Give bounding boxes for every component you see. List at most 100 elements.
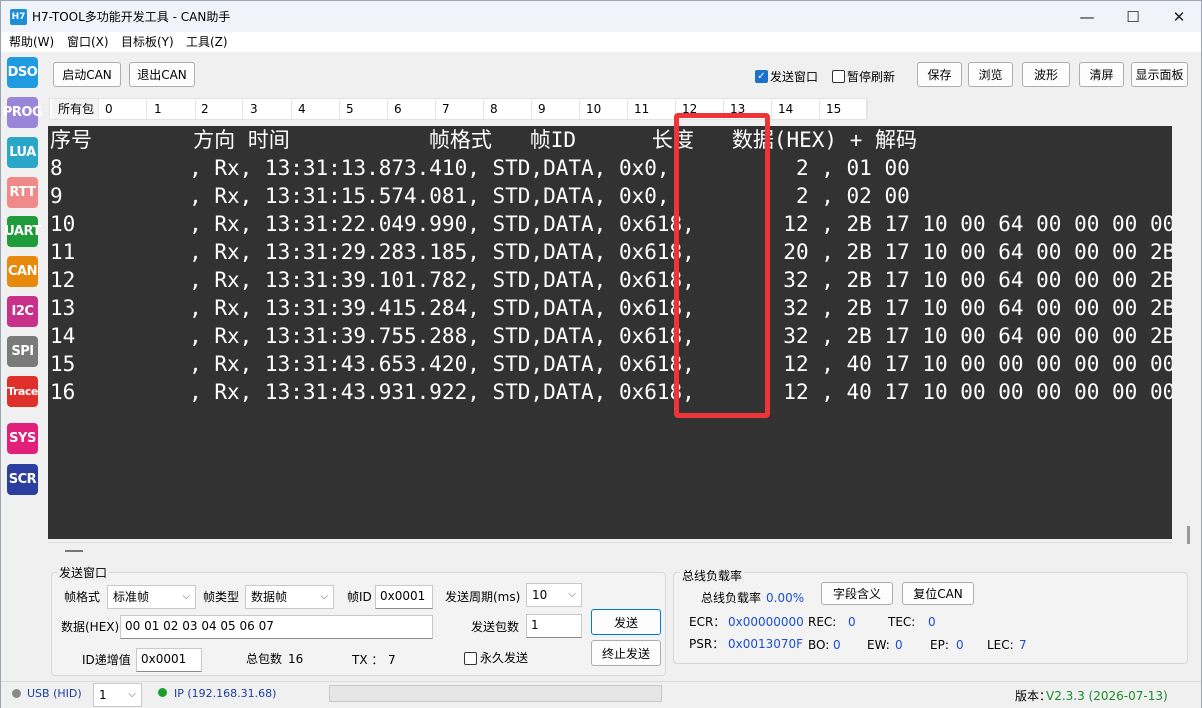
period-select[interactable]: 10 ⌵ xyxy=(526,583,582,607)
send-panel-title: 发送窗口 xyxy=(57,564,110,581)
sidebar-can-button[interactable]: CAN xyxy=(7,256,38,287)
horizontal-scroll-thumb[interactable] xyxy=(65,550,83,552)
frame-id-label: 帧ID xyxy=(347,590,372,604)
tab-5[interactable]: 5 xyxy=(340,99,388,119)
tab-11[interactable]: 11 xyxy=(628,99,676,119)
tab-8[interactable]: 8 xyxy=(484,99,532,119)
total-packets-label: 总包数 xyxy=(246,652,283,666)
version-value: V2.3.3 (2026-07-13) xyxy=(1046,689,1168,703)
log-row: 13 , Rx, 13:31:39.415.284, STD,DATA, 0x6… xyxy=(50,296,1172,320)
port-select[interactable]: 1 ⌵ xyxy=(93,683,142,707)
window-title: H7-TOOL多功能开发工具 - CAN助手 xyxy=(32,10,231,24)
send-window-label: 发送窗口 xyxy=(770,70,819,84)
tx-value: 7 xyxy=(388,653,396,667)
tab-15[interactable]: 15 xyxy=(820,99,868,119)
lec-value: 7 xyxy=(1019,638,1027,652)
horizontal-scrollbar[interactable] xyxy=(48,542,1172,558)
sidebar-i2c-button[interactable]: I2C xyxy=(7,296,38,327)
frame-format-value: 标准帧 xyxy=(113,590,150,604)
exit-can-button[interactable]: 退出CAN xyxy=(129,62,195,87)
vertical-scroll-thumb[interactable] xyxy=(1187,526,1190,544)
sidebar-scr-button[interactable]: SCR xyxy=(7,464,38,495)
minimize-button[interactable]: — xyxy=(1064,1,1110,32)
send-window-checkbox[interactable]: ✓ xyxy=(755,70,768,83)
clear-screen-button[interactable]: 清屏 xyxy=(1079,62,1124,87)
packet-count-input[interactable]: 1 xyxy=(526,614,582,638)
tab-9[interactable]: 9 xyxy=(532,99,580,119)
waveform-button[interactable]: 波形 xyxy=(1022,62,1070,87)
period-label: 发送周期(ms) xyxy=(445,590,521,604)
pause-refresh-checkbox[interactable] xyxy=(832,70,845,83)
sidebar-lua-button[interactable]: LUA xyxy=(7,137,38,168)
log-row: 15 , Rx, 13:31:43.653.420, STD,DATA, 0x6… xyxy=(50,352,1172,376)
sidebar-prog-button[interactable]: PROG xyxy=(3,97,43,128)
ep-value: 0 xyxy=(956,638,964,652)
log-row: 16 , Rx, 13:31:43.931.922, STD,DATA, 0x6… xyxy=(50,380,1172,404)
log-row: 8 , Rx, 13:31:13.873.410, STD,DATA, 0x0,… xyxy=(50,156,910,180)
menu-target-board[interactable]: 目标板(Y) xyxy=(121,34,174,50)
frame-id-input[interactable]: 0x0001 xyxy=(375,585,433,609)
tab-1[interactable]: 1 xyxy=(148,99,196,119)
menu-help[interactable]: 帮助(W) xyxy=(9,34,54,50)
frame-type-label: 帧类型 xyxy=(203,590,240,604)
sidebar-dso-button[interactable]: DSO xyxy=(7,57,38,88)
log-row: 10 , Rx, 13:31:22.049.990, STD,DATA, 0x6… xyxy=(50,212,1172,236)
bo-label: BO: xyxy=(808,638,830,652)
display-panel-button[interactable]: 显示面板 xyxy=(1131,62,1188,87)
id-increment-label: ID递增值 xyxy=(82,653,131,667)
menu-tools[interactable]: 工具(Z) xyxy=(186,34,228,50)
data-hex-label: 数据(HEX) xyxy=(61,620,120,634)
tab-14[interactable]: 14 xyxy=(772,99,820,119)
save-button[interactable]: 保存 xyxy=(917,62,962,87)
browse-button[interactable]: 浏览 xyxy=(968,62,1013,87)
sidebar-spi-button[interactable]: SPI xyxy=(7,336,38,367)
usb-status-label: USB (HID) xyxy=(27,687,82,700)
app-window: H7 H7-TOOL多功能开发工具 - CAN助手 — ☐ ✕ 帮助(W) 窗口… xyxy=(0,0,1202,708)
period-value: 10 xyxy=(532,588,548,602)
sidebar-uart-button[interactable]: UART xyxy=(4,216,41,247)
forever-send-checkbox[interactable] xyxy=(464,652,477,665)
start-can-button[interactable]: 启动CAN xyxy=(53,62,121,87)
chevron-down-icon: ⌵ xyxy=(182,591,190,602)
tab-3[interactable]: 3 xyxy=(244,99,292,119)
send-button[interactable]: 发送 xyxy=(591,609,661,635)
close-button[interactable]: ✕ xyxy=(1156,1,1202,32)
tab-10[interactable]: 10 xyxy=(580,99,628,119)
stop-send-button[interactable]: 终止发送 xyxy=(591,640,661,666)
frame-type-select[interactable]: 数据帧 ⌵ xyxy=(245,585,334,609)
psr-label: PSR： xyxy=(689,637,725,651)
pause-refresh-label: 暂停刷新 xyxy=(847,70,896,84)
sidebar-trace-button[interactable]: Trace xyxy=(7,376,38,407)
tab-7[interactable]: 7 xyxy=(436,99,484,119)
ip-status-dot-icon xyxy=(158,688,167,697)
sidebar-sys-button[interactable]: SYS xyxy=(7,423,38,454)
field-meaning-button[interactable]: 字段含义 xyxy=(821,582,893,605)
ecr-value: 0x00000000 xyxy=(728,615,804,629)
log-row: 12 , Rx, 13:31:39.101.782, STD,DATA, 0x6… xyxy=(50,268,1172,292)
log-row: 14 , Rx, 13:31:39.755.288, STD,DATA, 0x6… xyxy=(50,324,1172,348)
port-value: 1 xyxy=(99,688,107,702)
id-increment-input[interactable]: 0x0001 xyxy=(136,648,202,672)
chevron-down-icon: ⌵ xyxy=(320,591,328,602)
tab-4[interactable]: 4 xyxy=(292,99,340,119)
log-row: 9 , Rx, 13:31:15.574.081, STD,DATA, 0x0,… xyxy=(50,184,910,208)
menu-window[interactable]: 窗口(X) xyxy=(67,34,109,50)
reset-can-button[interactable]: 复位CAN xyxy=(902,582,974,605)
maximize-button[interactable]: ☐ xyxy=(1110,1,1156,32)
ew-label: EW: xyxy=(867,638,890,652)
tab-0[interactable]: 0 xyxy=(99,99,147,119)
data-hex-input[interactable]: 00 01 02 03 04 05 06 07 xyxy=(120,615,433,639)
frame-format-select[interactable]: 标准帧 ⌵ xyxy=(107,585,196,609)
length-column-highlight xyxy=(674,113,770,418)
tab-6[interactable]: 6 xyxy=(388,99,436,119)
tab-all[interactable]: 所有包 xyxy=(52,99,99,119)
tab-2[interactable]: 2 xyxy=(195,99,243,119)
sidebar-rtt-button[interactable]: RTT xyxy=(7,177,38,208)
tec-label: TEC: xyxy=(888,615,916,629)
frame-format-label: 帧格式 xyxy=(64,590,101,604)
bus-load-label: 总线负载率 xyxy=(701,591,762,605)
ip-status-label: IP (192.168.31.68) xyxy=(174,687,277,700)
vertical-scrollbar[interactable] xyxy=(1183,126,1201,560)
bus-load-value: 0.00% xyxy=(766,591,805,605)
message-log[interactable]: 序号 方向 时间 帧格式 帧ID 长度 数据(HEX) + 解码 8 , Rx,… xyxy=(48,126,1172,539)
